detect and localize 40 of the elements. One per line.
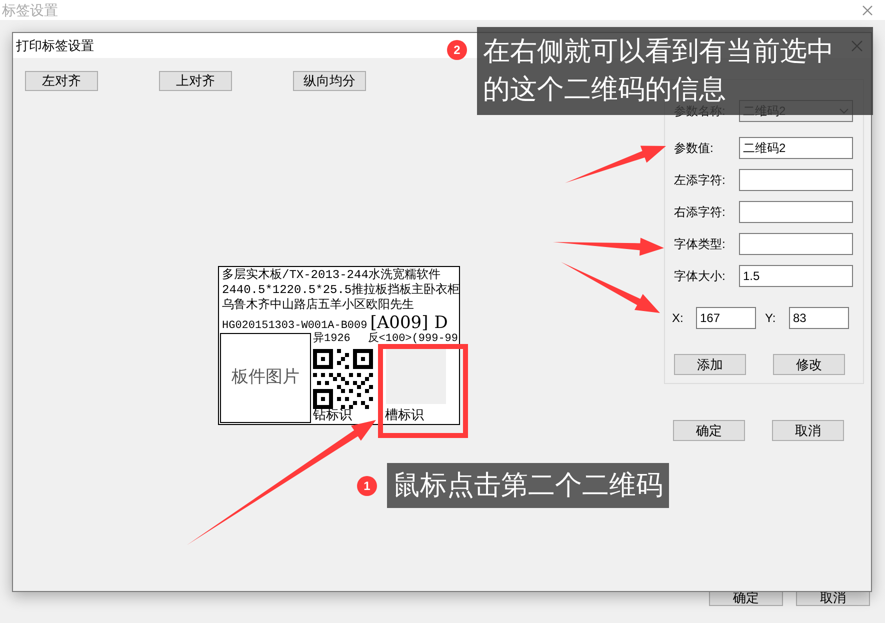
dialog-button[interactable]: 修改 (773, 354, 845, 375)
window-title: 标签设置 (2, 0, 58, 20)
field-label: 右添字符: (674, 204, 726, 221)
label-text: [A009] (370, 313, 428, 333)
qr-code-placeholder (386, 348, 446, 404)
field-label: 字体大小: (674, 268, 726, 285)
label-text: 多层实木板/TX-2013-244水洗宽糯软件 (222, 268, 440, 282)
input-field[interactable] (739, 233, 853, 255)
dialog-button[interactable]: 取消 (772, 420, 844, 441)
dialog-button[interactable]: 确定 (673, 420, 745, 441)
dialog-button[interactable]: 添加 (674, 354, 746, 375)
field-label: X: (672, 310, 684, 327)
placeholder-label: 板件图片 (232, 366, 300, 390)
label-text: 反<100>(999-99 (368, 333, 458, 345)
field-label: 字体类型: (674, 236, 726, 253)
input-field[interactable]: 167 (696, 307, 756, 329)
window-title: 打印标签设置 (16, 36, 94, 55)
label-text: HG020151303-W001A-B009 (222, 319, 368, 332)
input-field[interactable]: 83 (789, 307, 849, 329)
callout-tooltip: 鼠标点击第二个二维码 (387, 463, 669, 508)
label-preview[interactable]: 多层实木板/TX-2013-244水洗宽糯软件 2440.5*1220.5*25.5推拉板挡板主卧衣柜 乌鲁木齐中山路店五羊小区欧阳先生 HG020151303-W001A-B009 [A009] D 板件图片 异1926 反<100>(999-99 钻标识 槽标识 (218, 266, 460, 425)
field-label: 参数名称: (674, 103, 726, 120)
toolbar-button[interactable]: 左对齐 (25, 71, 98, 91)
toolbar-button[interactable]: 上对齐 (159, 71, 232, 91)
field-label: 参数值: (674, 140, 714, 157)
mark-label: 槽标识 (385, 409, 425, 423)
input-field[interactable] (739, 169, 853, 191)
close-icon[interactable] (862, 4, 873, 16)
label-text: 乌鲁木齐中山路店五羊小区欧阳先生 (222, 298, 414, 313)
qr-code-drawing (313, 349, 375, 409)
label-text: 2440.5*1220.5*25.5推拉板挡板主卧衣柜 (222, 283, 460, 298)
input-field[interactable]: 1.5 (739, 265, 853, 287)
field-label: 左添字符: (674, 172, 726, 189)
label-text: 异1926 (313, 333, 350, 345)
label-text: D (434, 313, 448, 333)
field-label: Y: (765, 310, 777, 327)
input-field[interactable] (739, 201, 853, 223)
input-field[interactable]: 二维码2 (739, 137, 853, 159)
toolbar-button[interactable]: 纵向均分 (293, 71, 366, 91)
mark-label: 钻标识 (313, 409, 353, 423)
